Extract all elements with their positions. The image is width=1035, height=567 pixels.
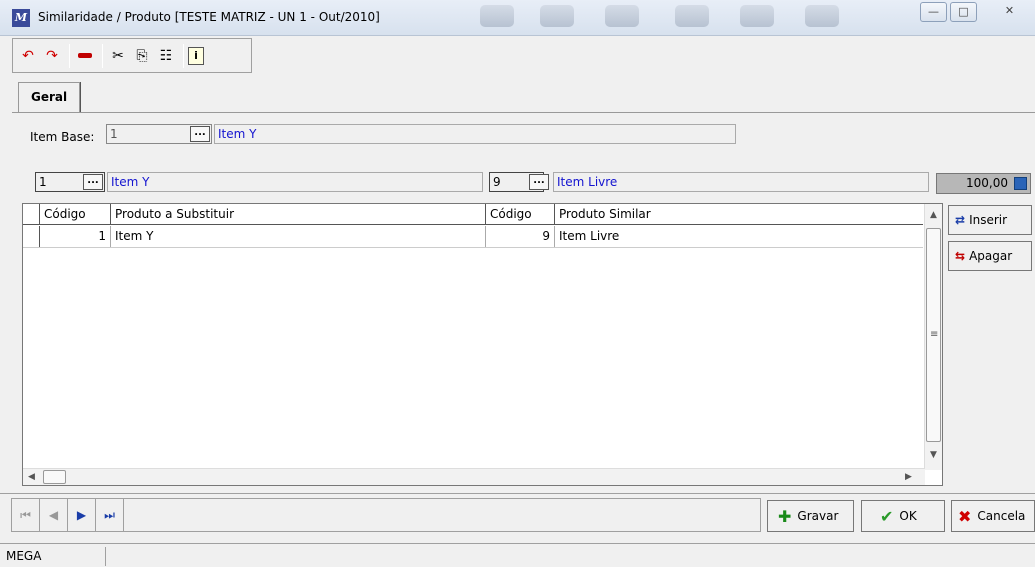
scroll-up-icon[interactable]: ▲	[930, 210, 937, 220]
next-record-icon[interactable]: ▶	[68, 499, 96, 531]
scroll-left-icon[interactable]: ◀	[28, 472, 35, 482]
cancel-icon: ✖	[958, 506, 972, 526]
bottom-divider	[0, 493, 1035, 494]
checkmark-icon: ✔	[880, 506, 894, 526]
row-indicator-header	[23, 204, 40, 225]
insert-button[interactable]: ⇄ Inserir	[948, 205, 1032, 235]
ok-button[interactable]: ✔ OK	[861, 500, 945, 532]
toolbar-separator	[69, 43, 70, 68]
percentage-field[interactable]: 100,00	[936, 173, 1031, 194]
last-record-icon[interactable]: ⏭	[96, 499, 124, 531]
scroll-right-icon[interactable]: ▶	[905, 472, 912, 482]
column-header-code2[interactable]: Código	[486, 204, 555, 225]
cell-similar[interactable]: Item Livre	[555, 226, 920, 247]
grip-icon: ≡	[930, 329, 939, 340]
window-title: Similaridade / Produto [TESTE MATRIZ - U…	[38, 10, 380, 24]
percentage-value: 100,00	[966, 176, 1008, 190]
redo-icon[interactable]: ↷	[41, 44, 63, 68]
save-icon: ✚	[778, 506, 792, 526]
title-decoration	[470, 3, 850, 29]
grid-header: Código Produto a Substituir Código Produ…	[23, 204, 923, 225]
cancel-button[interactable]: ✖ Cancela	[951, 500, 1035, 532]
info-icon[interactable]: i	[188, 46, 204, 65]
horizontal-scrollbar[interactable]: ◀ ▶	[23, 468, 925, 485]
delete-label: Apagar	[969, 249, 1013, 263]
cancel-label: Cancela	[977, 509, 1026, 523]
column-header-product[interactable]: Produto a Substituir	[111, 204, 486, 225]
delete-row-icon: ⇆	[955, 249, 966, 263]
tab-geral[interactable]: Geral	[18, 82, 81, 112]
row-indicator[interactable]	[23, 226, 40, 247]
insert-row-icon: ⇄	[955, 213, 966, 227]
left-description: Item Y	[107, 172, 483, 192]
insert-label: Inserir	[969, 213, 1008, 227]
item-base-description: Item Y	[214, 124, 736, 144]
similarity-grid: Código Produto a Substituir Código Produ…	[22, 203, 943, 486]
cell-product[interactable]: Item Y	[111, 226, 486, 247]
paste-icon[interactable]: ☷	[155, 44, 177, 68]
right-lookup-button[interactable]: ...	[529, 174, 549, 190]
horizontal-scroll-thumb[interactable]	[43, 470, 66, 484]
delete-row-button[interactable]: ⇆ Apagar	[948, 241, 1032, 271]
title-bar: M Similaridade / Produto [TESTE MATRIZ -…	[0, 0, 1035, 36]
record-navigator: ⏮ ◀ ▶ ⏭	[11, 498, 761, 532]
vertical-scrollbar[interactable]: ▲ ≡ ▼	[924, 204, 942, 470]
maximize-button[interactable]: □	[950, 2, 977, 22]
status-company: MEGA	[6, 547, 106, 566]
right-description: Item Livre	[553, 172, 929, 192]
toolbar-separator	[183, 43, 184, 68]
close-button[interactable]: ✕	[996, 2, 1023, 22]
cell-code1[interactable]: 1	[40, 226, 111, 247]
cut-icon[interactable]: ✂	[107, 44, 129, 68]
column-header-code1[interactable]: Código	[40, 204, 111, 225]
status-bar: MEGA	[0, 543, 1035, 567]
first-record-icon[interactable]: ⏮	[12, 499, 40, 531]
previous-record-icon[interactable]: ◀	[40, 499, 68, 531]
calculator-icon[interactable]	[1014, 177, 1027, 190]
column-header-similar[interactable]: Produto Similar	[555, 204, 920, 225]
table-row[interactable]: 1 Item Y 9 Item Livre	[23, 226, 923, 248]
scroll-down-icon[interactable]: ▼	[930, 450, 937, 460]
delete-icon[interactable]	[74, 44, 96, 68]
toolbar: ↶ ↷ ✂ ⎘ ☷ i	[12, 38, 252, 73]
save-label: Gravar	[797, 509, 839, 523]
tab-divider	[12, 112, 1035, 113]
toolbar-separator	[102, 43, 103, 68]
undo-icon[interactable]: ↶	[17, 44, 39, 68]
save-button[interactable]: ✚ Gravar	[767, 500, 854, 532]
app-icon: M	[12, 9, 30, 27]
item-base-lookup-button[interactable]: ...	[190, 126, 210, 142]
left-lookup-button[interactable]: ...	[83, 174, 103, 190]
copy-icon[interactable]: ⎘	[131, 44, 153, 68]
minimize-button[interactable]: —	[920, 2, 947, 22]
cell-code2[interactable]: 9	[486, 226, 555, 247]
item-base-label: Item Base:	[30, 130, 95, 144]
ok-label: OK	[899, 509, 917, 523]
